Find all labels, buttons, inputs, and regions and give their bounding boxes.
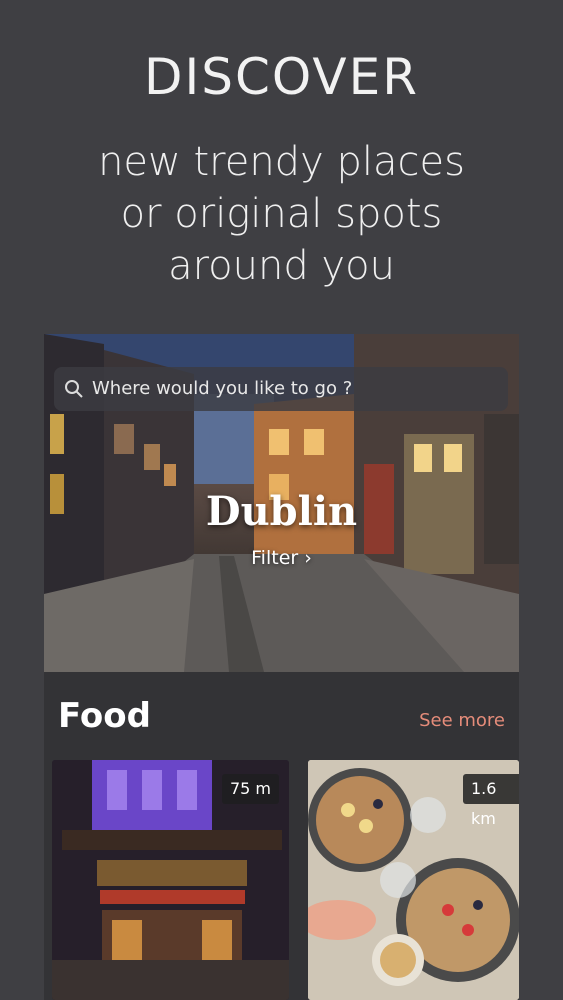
search-bar[interactable]: Where would you like to go ? bbox=[54, 367, 508, 411]
place-card[interactable]: 1.6 km bbox=[308, 760, 519, 1000]
search-input[interactable]: Where would you like to go ? bbox=[92, 378, 352, 399]
distance-badge: 75 m bbox=[221, 774, 279, 804]
place-card[interactable]: 75 m bbox=[52, 760, 289, 1000]
subtitle-line-1: new trendy places bbox=[98, 139, 465, 185]
filter-button[interactable]: Filter › bbox=[44, 547, 519, 569]
see-more-link[interactable]: See more bbox=[419, 710, 505, 731]
discover-headline: DISCOVER bbox=[144, 48, 419, 106]
discover-subtitle: new trendy places or original spots arou… bbox=[0, 136, 563, 292]
subtitle-line-2: or original spots bbox=[120, 191, 443, 237]
distance-badge: 1.6 km bbox=[463, 774, 519, 828]
subtitle-line-3: around you bbox=[168, 243, 395, 289]
city-name: Dublin bbox=[205, 488, 358, 535]
section-title: Food bbox=[58, 696, 151, 736]
app-preview: Where would you like to go ? Dublin Filt… bbox=[44, 334, 519, 1000]
city-hero[interactable]: Where would you like to go ? Dublin Filt… bbox=[44, 334, 519, 672]
